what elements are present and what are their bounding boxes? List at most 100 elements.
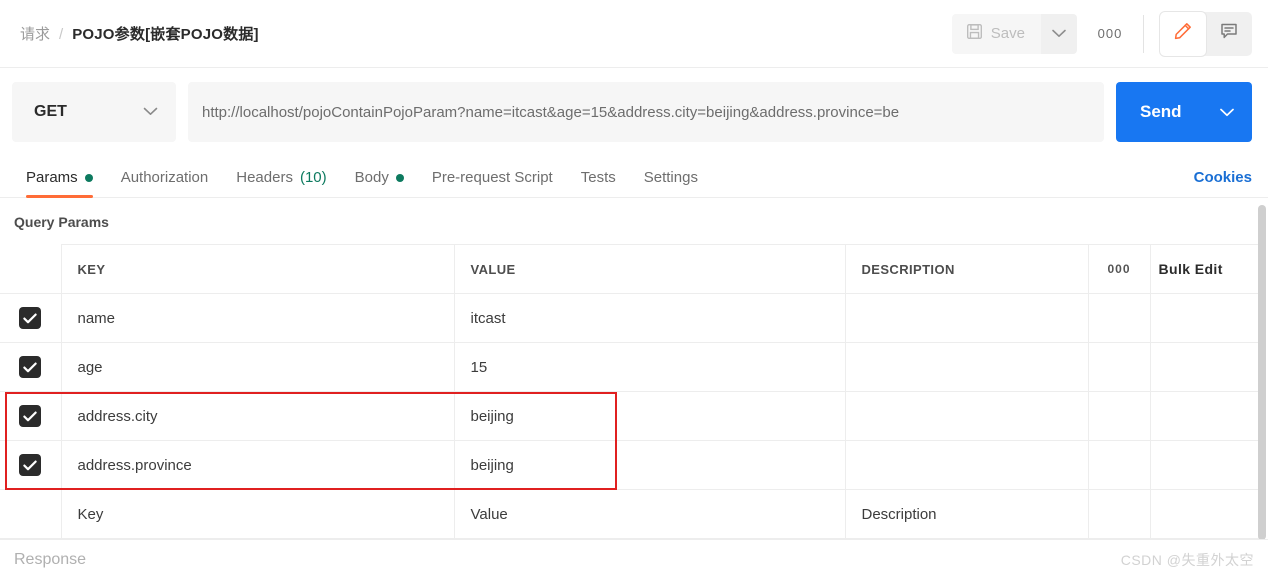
row-description[interactable] bbox=[845, 342, 1089, 392]
table-more-options-button[interactable]: 000 bbox=[1088, 244, 1151, 294]
new-row-key-input[interactable]: Key bbox=[61, 489, 455, 539]
row-value[interactable]: itcast bbox=[454, 293, 846, 343]
params-modified-dot-icon bbox=[84, 173, 93, 182]
tab-headers-label: Headers bbox=[236, 169, 293, 186]
new-row-spacer-dots bbox=[1088, 489, 1151, 539]
request-tabs: Params Authorization Headers (10) Body P… bbox=[0, 156, 1268, 198]
query-params-table-wrap: KEY VALUE DESCRIPTION 000 Bulk Edit name… bbox=[0, 244, 1268, 539]
tab-body[interactable]: Body bbox=[341, 169, 418, 197]
row-spacer-dots bbox=[1088, 391, 1151, 441]
row-spacer-bulk bbox=[1150, 293, 1259, 343]
response-label: Response bbox=[14, 550, 87, 568]
table-row: age 15 bbox=[0, 342, 1259, 392]
row-spacer-dots bbox=[1088, 440, 1151, 490]
table-row: address.province beijing bbox=[0, 440, 1259, 490]
tab-pre-request-script[interactable]: Pre-request Script bbox=[418, 169, 567, 197]
row-value[interactable]: beijing bbox=[454, 391, 846, 441]
table-header-row: KEY VALUE DESCRIPTION 000 Bulk Edit bbox=[0, 244, 1259, 294]
checkbox-checked-icon[interactable] bbox=[19, 307, 42, 329]
row-value[interactable]: 15 bbox=[454, 342, 846, 392]
tab-headers[interactable]: Headers (10) bbox=[222, 169, 340, 197]
row-spacer-dots bbox=[1088, 293, 1151, 343]
tab-params-label: Params bbox=[26, 169, 78, 186]
tab-body-label: Body bbox=[354, 169, 389, 186]
row-spacer-bulk bbox=[1150, 342, 1259, 392]
view-mode-toggle bbox=[1160, 11, 1252, 56]
comment-icon bbox=[1219, 21, 1239, 46]
request-url-bar: GET http://localhost/pojoContainPojoPara… bbox=[0, 68, 1268, 156]
tab-pre-request-script-label: Pre-request Script bbox=[431, 169, 553, 186]
row-value[interactable]: beijing bbox=[454, 440, 846, 490]
pencil-icon bbox=[1173, 21, 1193, 46]
row-key[interactable]: name bbox=[61, 293, 455, 343]
bulk-edit-button[interactable]: Bulk Edit bbox=[1150, 244, 1259, 294]
request-url-input[interactable]: http://localhost/pojoContainPojoParam?na… bbox=[188, 82, 1104, 142]
header-actions: Save 000 bbox=[951, 11, 1252, 56]
vertical-scrollbar[interactable] bbox=[1258, 205, 1266, 540]
new-row-checkbox-cell[interactable] bbox=[0, 489, 62, 539]
checkbox-checked-icon[interactable] bbox=[19, 356, 42, 378]
row-checkbox-cell[interactable] bbox=[0, 440, 62, 490]
cookies-link[interactable]: Cookies bbox=[1194, 169, 1252, 197]
tab-tests-label: Tests bbox=[580, 169, 616, 186]
row-spacer-dots bbox=[1088, 342, 1151, 392]
table-row: name itcast bbox=[0, 293, 1259, 343]
row-description[interactable] bbox=[845, 293, 1089, 343]
checkbox-checked-icon[interactable] bbox=[19, 454, 42, 476]
tab-headers-count: (10) bbox=[299, 169, 327, 186]
send-button-label: Send bbox=[1140, 102, 1182, 121]
http-method-select[interactable]: GET bbox=[12, 82, 176, 142]
query-params-title: Query Params bbox=[14, 214, 109, 230]
chevron-down-icon bbox=[1052, 25, 1066, 43]
request-more-options-button[interactable]: 000 bbox=[1093, 14, 1127, 54]
row-description[interactable] bbox=[845, 440, 1089, 490]
row-key[interactable]: address.province bbox=[61, 440, 455, 490]
tab-authorization[interactable]: Authorization bbox=[107, 169, 223, 197]
tab-authorization-label: Authorization bbox=[120, 169, 209, 186]
header-value: VALUE bbox=[454, 244, 846, 294]
tab-settings[interactable]: Settings bbox=[630, 169, 712, 197]
breadcrumb-parent[interactable]: 请求 bbox=[20, 23, 50, 44]
table-row: address.city beijing bbox=[0, 391, 1259, 441]
new-row-description-input[interactable]: Description bbox=[845, 489, 1089, 539]
send-button[interactable]: Send bbox=[1116, 82, 1252, 142]
ellipsis-icon: 000 bbox=[1097, 26, 1123, 41]
response-footer: Response CSDN @失重外太空 bbox=[0, 539, 1268, 579]
watermark: CSDN @失重外太空 bbox=[1120, 551, 1254, 568]
row-spacer-bulk bbox=[1150, 440, 1259, 490]
breadcrumb-current: POJO参数[嵌套POJO数据] bbox=[72, 26, 259, 43]
new-row-value-input[interactable]: Value bbox=[454, 489, 846, 539]
tab-tests[interactable]: Tests bbox=[567, 169, 630, 197]
header-divider bbox=[1143, 14, 1144, 53]
row-spacer-bulk bbox=[1150, 391, 1259, 441]
save-button-group: Save bbox=[951, 13, 1077, 54]
row-checkbox-cell[interactable] bbox=[0, 293, 62, 343]
row-description[interactable] bbox=[845, 391, 1089, 441]
header-checkbox-cell bbox=[0, 244, 62, 294]
save-button-label: Save bbox=[990, 25, 1025, 42]
top-header: 请求 / POJO参数[嵌套POJO数据] Save 000 bbox=[0, 0, 1268, 68]
body-modified-dot-icon bbox=[395, 173, 404, 182]
chevron-down-icon bbox=[1220, 104, 1234, 120]
edit-mode-button[interactable] bbox=[1160, 11, 1206, 56]
row-checkbox-cell[interactable] bbox=[0, 342, 62, 392]
new-param-row: Key Value Description bbox=[0, 489, 1259, 539]
save-dropdown-button[interactable] bbox=[1041, 13, 1077, 54]
comments-button[interactable] bbox=[1206, 12, 1252, 56]
header-description: DESCRIPTION bbox=[845, 244, 1089, 294]
checkbox-checked-icon[interactable] bbox=[19, 405, 42, 427]
row-checkbox-cell[interactable] bbox=[0, 391, 62, 441]
save-button[interactable]: Save bbox=[951, 13, 1041, 54]
new-row-spacer-bulk bbox=[1150, 489, 1259, 539]
row-key[interactable]: age bbox=[61, 342, 455, 392]
query-params-table: KEY VALUE DESCRIPTION 000 Bulk Edit name… bbox=[0, 244, 1259, 539]
floppy-disk-icon bbox=[966, 23, 983, 44]
http-method-label: GET bbox=[34, 103, 67, 120]
breadcrumb: 请求 / POJO参数[嵌套POJO数据] bbox=[20, 23, 259, 44]
header-key: KEY bbox=[61, 244, 455, 294]
breadcrumb-separator: / bbox=[59, 26, 64, 43]
tab-params[interactable]: Params bbox=[12, 169, 107, 198]
tab-settings-label: Settings bbox=[643, 169, 698, 186]
row-key[interactable]: address.city bbox=[61, 391, 455, 441]
chevron-down-icon bbox=[143, 103, 158, 121]
